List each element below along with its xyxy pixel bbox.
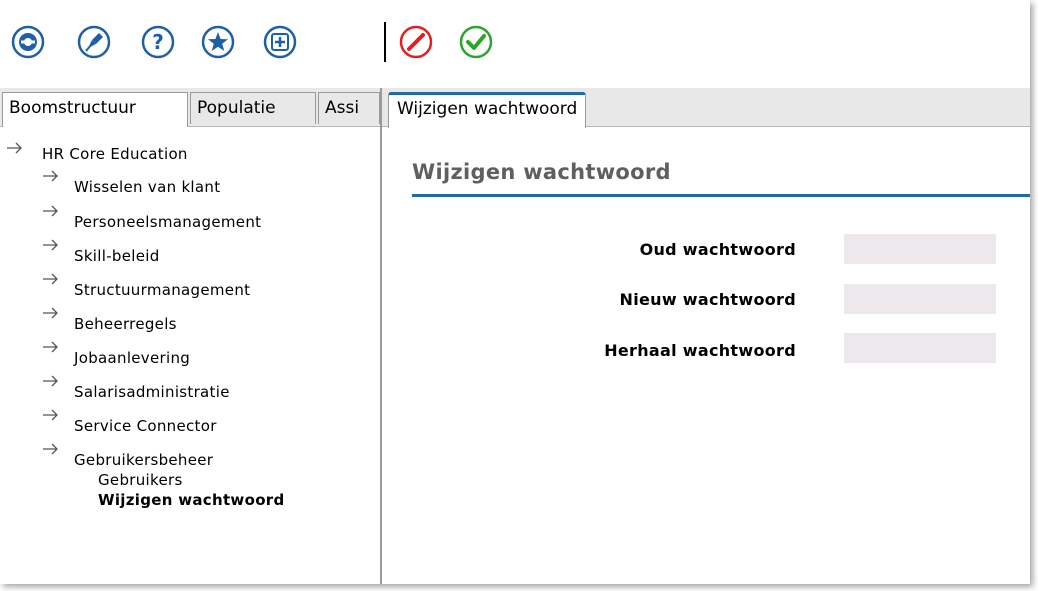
- application-window: ? Boomstructuur Populatie Assi HR Core E…: [0, 0, 1030, 584]
- oud-wachtwoord-input[interactable]: [844, 234, 996, 264]
- tree-item-personeelsmanagement[interactable]: Personeelsmanagement: [74, 213, 261, 231]
- tree-root[interactable]: HR Core Education: [42, 145, 188, 163]
- arrow-right-icon: [42, 408, 60, 422]
- tree-subitem-wijzigen-wachtwoord[interactable]: Wijzigen wachtwoord: [98, 491, 285, 509]
- arrow-right-icon: [42, 442, 60, 456]
- herhaal-wachtwoord-input[interactable]: [844, 333, 996, 363]
- arrow-right-icon: [42, 204, 60, 218]
- label-herhaal-wachtwoord: Herhaal wachtwoord: [604, 341, 796, 360]
- tab-label: Populatie: [197, 98, 276, 118]
- tab-assi[interactable]: Assi: [318, 92, 380, 124]
- tab-label: Wijzigen wachtwoord: [397, 99, 578, 119]
- tree-item-salarisadministratie[interactable]: Salarisadministratie: [74, 383, 230, 401]
- toolbar: ?: [0, 0, 1030, 88]
- toolbar-separator: [384, 22, 386, 62]
- title-underline: [412, 194, 1030, 197]
- arrow-right-icon: [42, 169, 60, 183]
- tab-label: Assi: [325, 98, 360, 118]
- label-nieuw-wachtwoord: Nieuw wachtwoord: [619, 290, 796, 309]
- svg-text:?: ?: [152, 30, 164, 54]
- add-icon[interactable]: [262, 24, 298, 60]
- tab-wijzigen-wachtwoord[interactable]: Wijzigen wachtwoord: [388, 92, 587, 128]
- tab-label: Boomstructuur: [9, 98, 136, 118]
- tree-item-service-connector[interactable]: Service Connector: [74, 417, 217, 435]
- right-tab-bar: Wijzigen wachtwoord: [382, 88, 1030, 128]
- arrow-right-icon: [42, 238, 60, 252]
- nieuw-wachtwoord-input[interactable]: [844, 284, 996, 314]
- tree-item-beheerregels[interactable]: Beheerregels: [74, 315, 177, 333]
- page-title: Wijzigen wachtwoord: [412, 160, 671, 184]
- confirm-icon[interactable]: [458, 24, 494, 60]
- arrow-right-icon: [42, 272, 60, 286]
- tree-item-jobaanlevering[interactable]: Jobaanlevering: [74, 349, 190, 367]
- arrow-right-icon: [42, 306, 60, 320]
- arrow-right-icon: [42, 374, 60, 388]
- help-icon[interactable]: ?: [140, 24, 176, 60]
- left-tab-bar: Boomstructuur Populatie Assi: [0, 88, 380, 127]
- tree-panel: HR Core Education Wisselen van klant Per…: [0, 127, 380, 584]
- panel-divider[interactable]: [380, 88, 382, 584]
- arrow-right-icon: [6, 141, 24, 155]
- tab-populatie[interactable]: Populatie: [190, 92, 316, 124]
- tree-subitem-gebruikers[interactable]: Gebruikers: [98, 471, 183, 489]
- arrow-right-icon: [42, 340, 60, 354]
- tree-item-structuurmanagement[interactable]: Structuurmanagement: [74, 281, 250, 299]
- tab-boomstructuur[interactable]: Boomstructuur: [2, 92, 188, 127]
- tree-item-gebruikersbeheer[interactable]: Gebruikersbeheer: [74, 451, 213, 469]
- pin-icon[interactable]: [76, 24, 112, 60]
- label-oud-wachtwoord: Oud wachtwoord: [639, 240, 796, 259]
- favorite-icon[interactable]: [200, 24, 236, 60]
- tree-item-wisselen-van-klant[interactable]: Wisselen van klant: [74, 178, 220, 196]
- tree-item-skill-beleid[interactable]: Skill-beleid: [74, 247, 160, 265]
- cancel-icon[interactable]: [398, 24, 434, 60]
- settings-icon[interactable]: [10, 24, 46, 60]
